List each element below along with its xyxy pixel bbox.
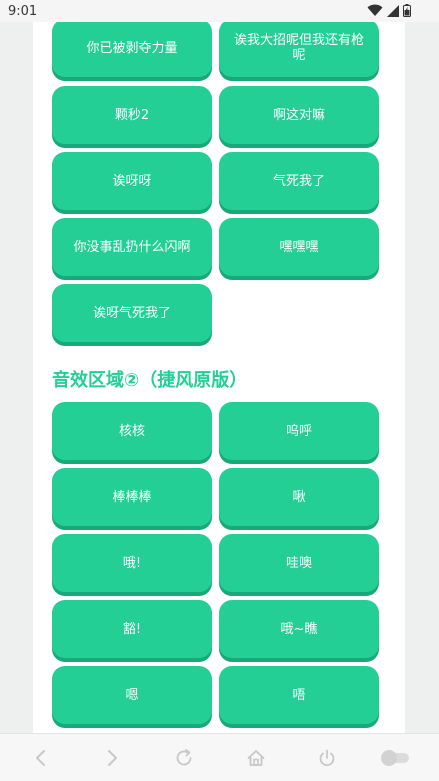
sound-button[interactable]: 嘿嘿嘿 bbox=[219, 218, 379, 276]
status-time: 9:01 bbox=[8, 4, 38, 19]
sound-button[interactable]: 你已被剥夺力量 bbox=[52, 19, 212, 77]
sound-button[interactable]: 唔 bbox=[219, 666, 379, 724]
home-icon[interactable] bbox=[242, 744, 270, 772]
sound-button[interactable]: 核核 bbox=[52, 402, 212, 460]
status-bar: 9:01 bbox=[0, 0, 439, 22]
sound-button[interactable]: 棒棒棒 bbox=[52, 468, 212, 526]
sound-button[interactable]: 啾 bbox=[219, 468, 379, 526]
status-icons bbox=[367, 4, 411, 21]
sound-button[interactable]: 颗秒2 bbox=[52, 86, 212, 144]
sound-button[interactable]: 诶呀呀 bbox=[52, 152, 212, 210]
sound-button[interactable]: 豁! bbox=[52, 600, 212, 658]
refresh-icon[interactable] bbox=[170, 744, 198, 772]
sound-button[interactable]: 哦~瞧 bbox=[219, 600, 379, 658]
sound-button[interactable]: 诶呀气死我了 bbox=[52, 284, 212, 342]
wifi-icon bbox=[367, 4, 383, 21]
section-title: 音效区域②（捷风原版） bbox=[52, 370, 248, 391]
sound-button[interactable]: 啊这对嘛 bbox=[219, 86, 379, 144]
sound-button[interactable]: 你没事乱扔什么闪啊 bbox=[52, 218, 212, 276]
sound-button[interactable]: 诶我大招呢但我还有枪呢 bbox=[219, 19, 379, 77]
sound-button[interactable]: 气死我了 bbox=[219, 152, 379, 210]
sound-button[interactable]: 哦! bbox=[52, 534, 212, 592]
battery-icon bbox=[403, 4, 411, 21]
back-icon[interactable] bbox=[27, 744, 55, 772]
sound-button[interactable]: 嗯 bbox=[52, 666, 212, 724]
bottom-navigation-bar bbox=[0, 733, 439, 781]
signal-icon bbox=[387, 4, 399, 21]
power-icon[interactable] bbox=[313, 744, 341, 772]
sound-button[interactable]: 呜呼 bbox=[219, 402, 379, 460]
toggle-switch[interactable] bbox=[378, 744, 412, 772]
sound-button[interactable]: 哇噢 bbox=[219, 534, 379, 592]
forward-icon[interactable] bbox=[98, 744, 126, 772]
sound-board-card: 你已被剥夺力量 诶我大招呢但我还有枪呢 颗秒2 啊这对嘛 诶呀呀 气死我了 你没… bbox=[33, 0, 405, 733]
